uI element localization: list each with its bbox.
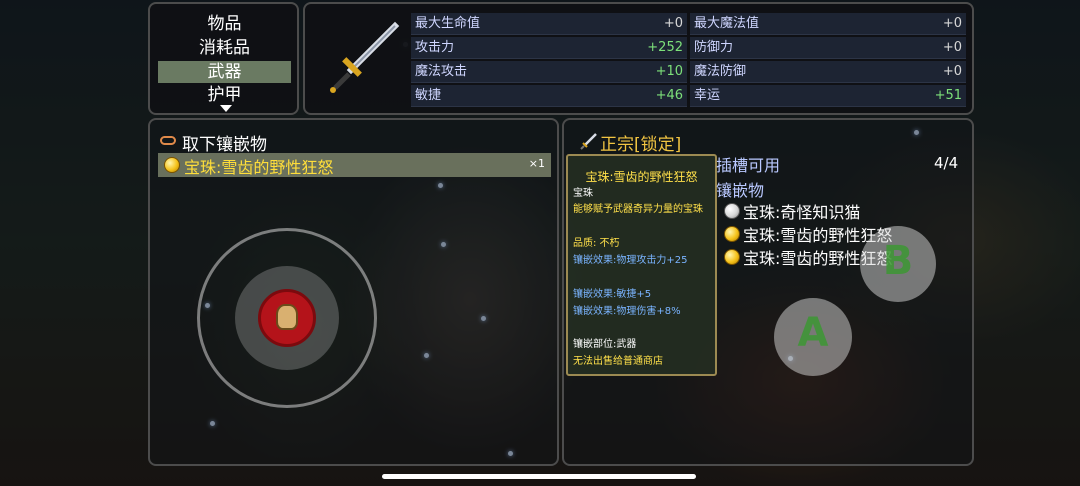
stat-row-attack: 攻击力 +252: [411, 37, 687, 59]
stat-label: 魔法攻击: [415, 64, 468, 79]
b-button-label: B: [882, 238, 914, 284]
stat-value: +51: [934, 88, 962, 103]
stat-row-luck: 幸运 +51: [690, 85, 966, 107]
tooltip-quality: 品质: 不朽: [573, 238, 620, 249]
category-menu: 物品 消耗品 武器 护甲: [148, 2, 299, 115]
category-item-consumables[interactable]: 消耗品: [158, 37, 291, 59]
stat-label: 最大生命值: [415, 16, 481, 31]
stat-value: +10: [655, 64, 683, 79]
stat-value: +46: [655, 88, 683, 103]
sword-icon: [580, 132, 598, 150]
stat-row-agility: 敏捷 +46: [411, 85, 687, 107]
gold-orb-icon: [724, 226, 740, 242]
tooltip-effect: 镶嵌效果:敏捷+5: [573, 289, 652, 300]
tooltip-effect: 镶嵌效果:物理伤害+8%: [573, 306, 681, 317]
panel-title: 取下镶嵌物: [182, 135, 267, 155]
stat-label: 敏捷: [415, 88, 442, 103]
gem-name: 宝珠:雪齿的野性狂怒: [184, 158, 334, 177]
stat-value: +0: [663, 16, 683, 31]
stat-label: 幸运: [694, 88, 721, 103]
gold-orb-icon: [724, 249, 740, 265]
stat-row-max-mp: 最大魔法值 +0: [690, 13, 966, 35]
stat-label: 攻击力: [415, 40, 455, 55]
stat-value: +252: [647, 40, 683, 55]
stat-label: 魔法防御: [694, 64, 747, 79]
white-orb-icon: [724, 203, 740, 219]
item-tooltip: 宝珠:雪齿的野性狂怒 宝珠 能够赋予武器奇异力量的宝珠 品质: 不朽 镶嵌效果:…: [566, 154, 717, 376]
stats-panel: 最大生命值 +0 最大魔法值 +0 攻击力 +252 防御力 +0 魔法攻击 +…: [303, 2, 974, 115]
tooltip-sell-note: 无法出售给普通商店: [573, 356, 663, 367]
weapon-title: 正宗[锁定]: [600, 135, 682, 155]
stat-value: +0: [942, 40, 962, 55]
gem-count: ×1: [528, 157, 545, 170]
category-item-items[interactable]: 物品: [158, 13, 291, 35]
tooltip-description: 能够赋予武器奇异力量的宝珠: [573, 204, 703, 215]
a-button-label: A: [797, 310, 829, 356]
tooltip-title: 宝珠:雪齿的野性狂怒: [585, 170, 698, 184]
stat-value: +0: [942, 64, 962, 79]
stat-label: 防御力: [694, 40, 734, 55]
slots-count: 4/4: [934, 154, 959, 172]
socket-item-name: 宝珠:奇怪知识猫: [743, 203, 861, 222]
gem-list-item[interactable]: 宝珠:雪齿的野性狂怒 ×1: [158, 153, 551, 177]
stat-label: 最大魔法值: [694, 16, 760, 31]
tooltip-effect: 镶嵌效果:物理攻击力+25: [573, 255, 688, 266]
tooltip-type: 宝珠: [573, 188, 593, 199]
stat-row-magic-defense: 魔法防御 +0: [690, 61, 966, 83]
category-item-weapons[interactable]: 武器: [158, 61, 291, 83]
player-character-icon: [276, 304, 298, 330]
scroll-down-arrow-icon[interactable]: [220, 105, 232, 112]
category-item-armor[interactable]: 护甲: [158, 84, 291, 106]
a-button[interactable]: A: [774, 298, 852, 376]
stat-value: +0: [942, 16, 962, 31]
stat-row-magic-attack: 魔法攻击 +10: [411, 61, 687, 83]
slots-available-label: 插槽可用: [716, 156, 781, 175]
weapon-icon: [313, 12, 409, 107]
stat-row-max-hp: 最大生命值 +0: [411, 13, 687, 35]
b-button[interactable]: B: [860, 226, 936, 302]
socketed-items-label: 镶嵌物: [716, 181, 765, 200]
tooltip-slot: 镶嵌部位:武器: [573, 339, 637, 350]
stat-row-defense: 防御力 +0: [690, 37, 966, 59]
home-indicator[interactable]: [382, 474, 696, 479]
unsocket-icon: [160, 136, 176, 145]
gold-orb-icon: [164, 157, 180, 173]
